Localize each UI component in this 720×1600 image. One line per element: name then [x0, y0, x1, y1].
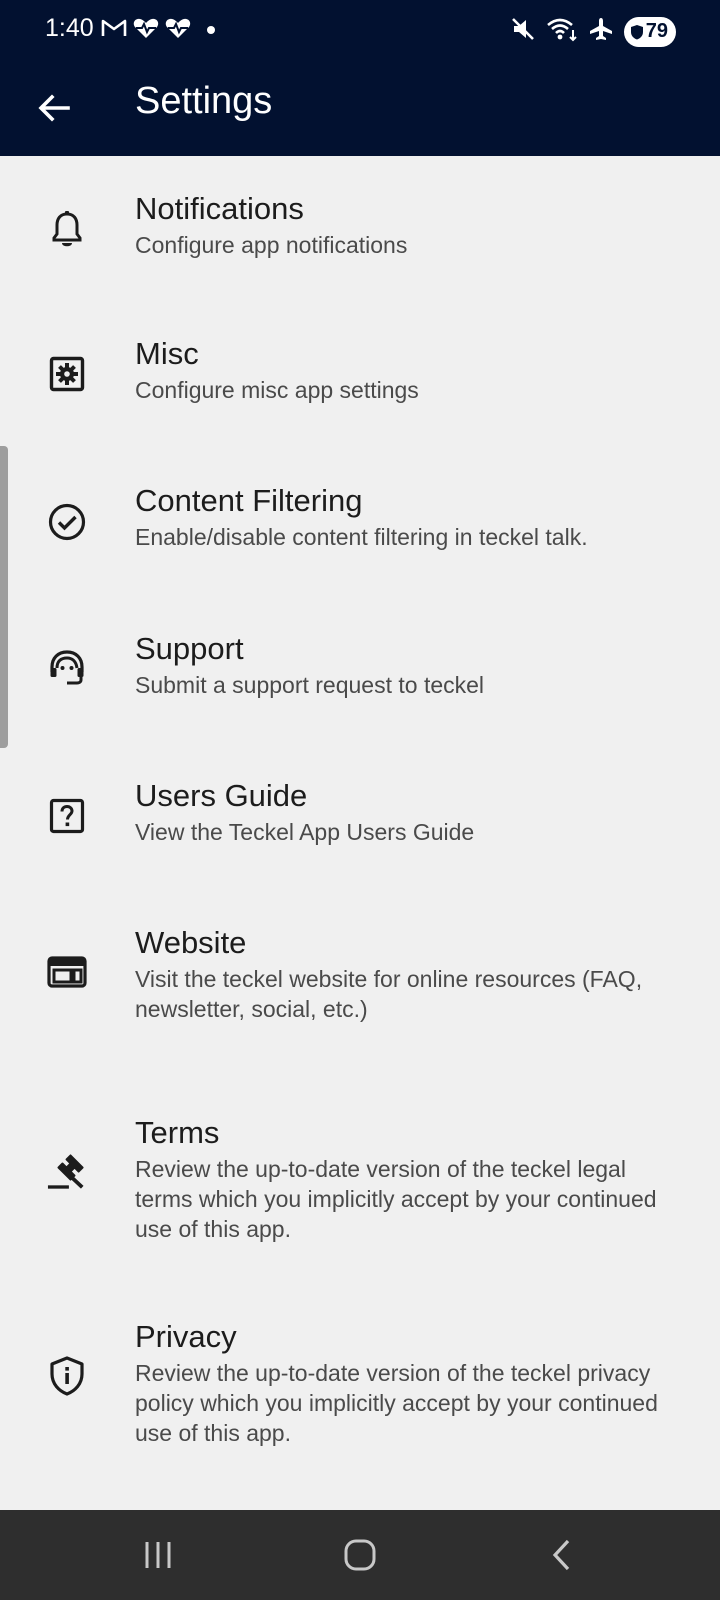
setting-item-users-guide[interactable]: Users Guide View the Teckel App Users Gu…: [0, 748, 720, 896]
status-bar: 1:40 79: [0, 0, 720, 64]
setting-title: Notifications: [135, 191, 304, 226]
recents-button[interactable]: [128, 1530, 188, 1580]
system-nav-bar: [0, 1510, 720, 1600]
setting-title: Content Filtering: [135, 483, 363, 518]
dot-icon: [206, 22, 216, 40]
setting-item-website[interactable]: Website Visit the teckel website for onl…: [0, 896, 720, 1076]
scroll-indicator[interactable]: [0, 446, 8, 748]
check-circle-icon: [47, 502, 87, 542]
setting-item-content-filtering[interactable]: Content Filtering Enable/disable content…: [0, 452, 720, 600]
arrow-left-icon: [38, 94, 70, 122]
help-box-icon: [47, 796, 87, 836]
back-nav-button[interactable]: [532, 1530, 592, 1580]
shield-icon: [630, 24, 643, 39]
setting-text: Misc Configure misc app settings: [135, 335, 660, 405]
setting-item-notifications[interactable]: Notifications Configure app notification…: [0, 156, 720, 304]
gear-box-icon: [47, 354, 87, 394]
web-icon: [47, 952, 87, 992]
headset-icon: [47, 647, 87, 687]
setting-title: Terms: [135, 1115, 220, 1150]
setting-item-misc[interactable]: Misc Configure misc app settings: [0, 304, 720, 452]
recents-icon: [145, 1542, 171, 1568]
airplane-icon: [588, 16, 614, 47]
setting-subtitle: Submit a support request to teckel: [135, 672, 485, 698]
home-icon: [344, 1539, 376, 1571]
setting-text: Support Submit a support request to teck…: [135, 630, 660, 700]
setting-subtitle: Configure app notifications: [135, 232, 408, 258]
app-bar: Settings: [0, 64, 720, 156]
back-button[interactable]: [28, 82, 80, 134]
battery-indicator: 79: [623, 16, 676, 47]
status-right-icons: 79: [510, 16, 676, 47]
bell-icon: [47, 209, 87, 249]
status-left-icons: [100, 16, 216, 45]
gavel-icon: [47, 1152, 87, 1192]
status-time: 1:40: [45, 14, 94, 42]
health-icon: [164, 16, 192, 45]
setting-subtitle: Configure misc app settings: [135, 377, 419, 403]
back-nav-icon: [552, 1539, 570, 1571]
setting-text: Content Filtering Enable/disable content…: [135, 482, 660, 552]
setting-text: Website Visit the teckel website for onl…: [135, 924, 660, 1024]
health-icon: [132, 16, 160, 45]
setting-title: Support: [135, 631, 244, 666]
page-title: Settings: [135, 80, 273, 122]
setting-item-privacy[interactable]: Privacy Review the up-to-date version of…: [0, 1282, 720, 1482]
setting-text: Users Guide View the Teckel App Users Gu…: [135, 777, 660, 847]
setting-text: Notifications Configure app notification…: [135, 190, 660, 260]
setting-title: Privacy: [135, 1319, 237, 1354]
setting-title: Misc: [135, 336, 199, 371]
setting-title: Website: [135, 925, 247, 960]
setting-item-terms[interactable]: Terms Review the up-to-date version of t…: [0, 1076, 720, 1282]
setting-text: Terms Review the up-to-date version of t…: [135, 1114, 660, 1244]
setting-subtitle: Visit the teckel website for online reso…: [135, 966, 643, 1022]
home-button[interactable]: [330, 1530, 390, 1580]
top-bar: 1:40 79 Settings: [0, 0, 720, 156]
mute-icon: [510, 16, 536, 47]
setting-subtitle: View the Teckel App Users Guide: [135, 819, 475, 845]
wifi-icon: [546, 16, 578, 47]
setting-subtitle: Review the up-to-date version of the tec…: [135, 1360, 658, 1446]
shield-info-icon: [47, 1356, 87, 1396]
setting-title: Users Guide: [135, 778, 308, 813]
settings-list: Notifications Configure app notification…: [0, 156, 720, 1482]
setting-subtitle: Enable/disable content filtering in teck…: [135, 524, 588, 550]
battery-level: 79: [645, 20, 668, 42]
setting-subtitle: Review the up-to-date version of the tec…: [135, 1156, 657, 1242]
setting-text: Privacy Review the up-to-date version of…: [135, 1318, 660, 1448]
setting-item-support[interactable]: Support Submit a support request to teck…: [0, 600, 720, 748]
gmail-icon: [100, 16, 128, 45]
